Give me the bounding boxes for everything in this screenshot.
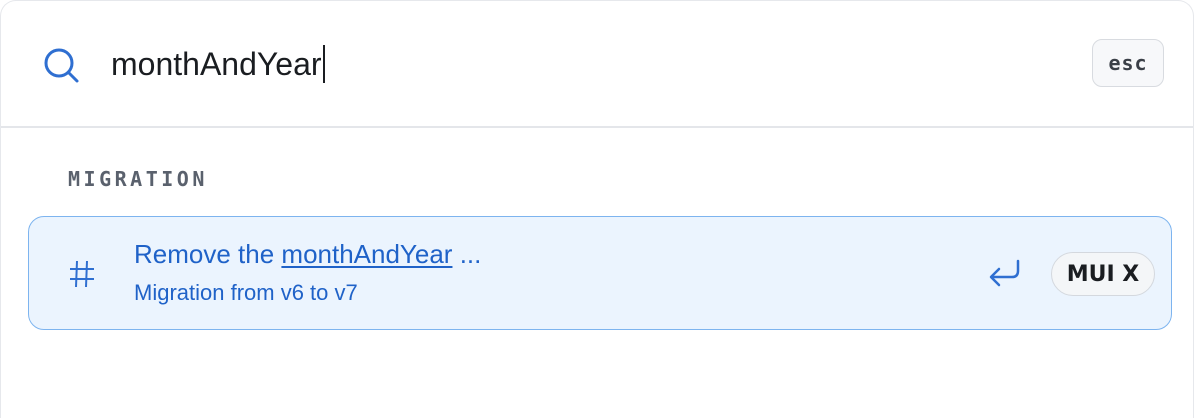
result-title-match: monthAndYear bbox=[281, 239, 453, 269]
search-result-item[interactable]: Remove the monthAndYear ... Migration fr… bbox=[28, 216, 1172, 330]
search-bar: monthAndYear esc bbox=[1, 1, 1193, 128]
search-input[interactable]: monthAndYear bbox=[111, 39, 1011, 89]
esc-close-button[interactable]: esc bbox=[1092, 39, 1164, 87]
search-dialog: monthAndYear esc MIGRATION Remove the mo… bbox=[0, 0, 1194, 418]
enter-icon bbox=[989, 259, 1020, 287]
text-caret bbox=[322, 45, 325, 83]
search-icon bbox=[44, 48, 79, 83]
result-title: Remove the monthAndYear ... bbox=[134, 239, 481, 270]
search-query-text: monthAndYear bbox=[111, 45, 322, 82]
result-title-suffix: ... bbox=[452, 239, 482, 269]
result-title-prefix: Remove the bbox=[134, 239, 282, 269]
hash-icon bbox=[70, 260, 94, 288]
section-heading-migration: MIGRATION bbox=[68, 167, 208, 191]
product-badge: MUI X bbox=[1051, 252, 1155, 296]
result-subtitle: Migration from v6 to v7 bbox=[134, 280, 358, 305]
